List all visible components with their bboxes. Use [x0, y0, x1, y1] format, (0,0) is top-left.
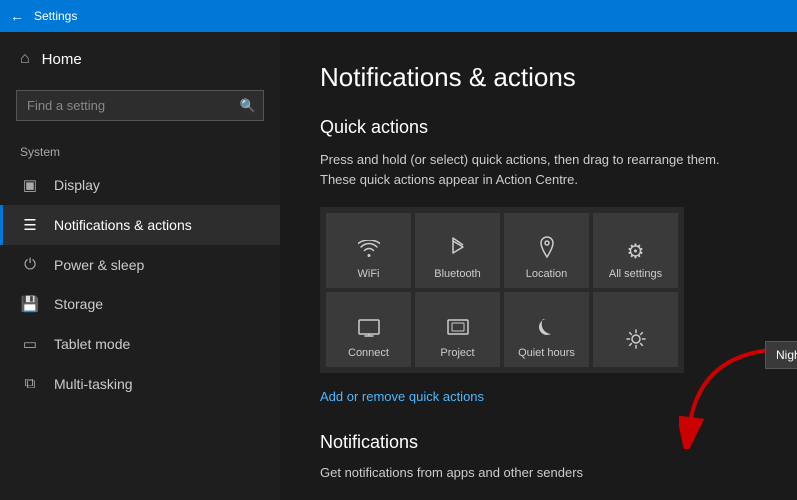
- project-label: Project: [440, 347, 474, 359]
- qa-tile-nightlight[interactable]: Night light: [593, 292, 678, 367]
- sidebar-item-storage-label: Storage: [54, 296, 103, 312]
- multitasking-icon: ⧉: [20, 375, 40, 392]
- sidebar-item-multitasking[interactable]: ⧉ Multi-tasking: [0, 364, 280, 403]
- bluetooth-label: Bluetooth: [434, 268, 480, 280]
- qa-tile-location[interactable]: Location: [504, 213, 589, 288]
- sidebar-item-storage[interactable]: 💾 Storage: [0, 284, 280, 324]
- storage-icon: 💾: [20, 295, 40, 313]
- title-bar: ← Settings: [0, 0, 797, 32]
- qa-tile-bluetooth[interactable]: Bluetooth: [415, 213, 500, 288]
- sidebar-item-power[interactable]: ⏻ Power & sleep: [0, 245, 280, 284]
- home-label: Home: [42, 51, 82, 68]
- qa-tile-connect[interactable]: Connect: [326, 292, 411, 367]
- connect-icon: [358, 319, 380, 343]
- back-button[interactable]: ←: [10, 8, 24, 24]
- page-title: Notifications & actions: [320, 62, 757, 93]
- project-icon: [447, 319, 469, 343]
- wifi-icon: [358, 240, 380, 264]
- sidebar-section-label: System: [0, 137, 280, 165]
- sidebar-item-notifications[interactable]: ☰ Notifications & actions: [0, 205, 280, 245]
- quiethours-icon: [537, 317, 557, 343]
- notifications-title: Notifications: [320, 432, 757, 453]
- quick-actions-wrapper: WiFi Bluetooth: [320, 207, 684, 389]
- qa-tile-quiethours[interactable]: Quiet hours: [504, 292, 589, 367]
- content-area: Notifications & actions Quick actions Pr…: [280, 32, 797, 500]
- main-layout: ⌂ Home 🔍 System ▣ Display ☰ Notification…: [0, 32, 797, 500]
- search-icon: 🔍: [240, 98, 256, 114]
- title-bar-label: Settings: [34, 9, 77, 23]
- quiethours-label: Quiet hours: [518, 347, 575, 359]
- location-icon: [538, 236, 556, 264]
- nightlight-tooltip: Night light: [765, 341, 797, 369]
- search-input[interactable]: [16, 90, 264, 121]
- qa-tile-wifi[interactable]: WiFi: [326, 213, 411, 288]
- allsettings-icon: ⚙: [627, 239, 645, 264]
- power-icon: ⏻: [20, 256, 40, 273]
- connect-label: Connect: [348, 347, 389, 359]
- home-icon: ⌂: [20, 50, 30, 68]
- allsettings-label: All settings: [609, 268, 662, 280]
- wifi-label: WiFi: [358, 268, 380, 280]
- quick-actions-grid: WiFi Bluetooth: [320, 207, 684, 373]
- qa-tile-allsettings[interactable]: ⚙ All settings: [593, 213, 678, 288]
- sidebar-item-notifications-label: Notifications & actions: [54, 217, 192, 233]
- display-icon: ▣: [20, 176, 40, 194]
- sidebar-item-tablet[interactable]: ▭ Tablet mode: [0, 324, 280, 364]
- nightlight-icon: [626, 329, 646, 355]
- notifications-desc: Get notifications from apps and other se…: [320, 463, 757, 483]
- qa-tile-project[interactable]: Project: [415, 292, 500, 367]
- sidebar-item-tablet-label: Tablet mode: [54, 336, 130, 352]
- sidebar: ⌂ Home 🔍 System ▣ Display ☰ Notification…: [0, 32, 280, 500]
- sidebar-item-home[interactable]: ⌂ Home: [0, 32, 280, 86]
- quick-actions-title: Quick actions: [320, 117, 757, 138]
- location-label: Location: [526, 268, 568, 280]
- sidebar-item-display[interactable]: ▣ Display: [0, 165, 280, 205]
- sidebar-item-power-label: Power & sleep: [54, 257, 144, 273]
- sidebar-search: 🔍: [16, 90, 264, 121]
- bluetooth-icon: [451, 236, 465, 264]
- quick-actions-desc: Press and hold (or select) quick actions…: [320, 150, 740, 189]
- notifications-icon: ☰: [20, 216, 40, 234]
- sidebar-item-multitasking-label: Multi-tasking: [54, 376, 133, 392]
- tablet-icon: ▭: [20, 335, 40, 353]
- add-remove-link[interactable]: Add or remove quick actions: [320, 389, 757, 404]
- sidebar-item-display-label: Display: [54, 177, 100, 193]
